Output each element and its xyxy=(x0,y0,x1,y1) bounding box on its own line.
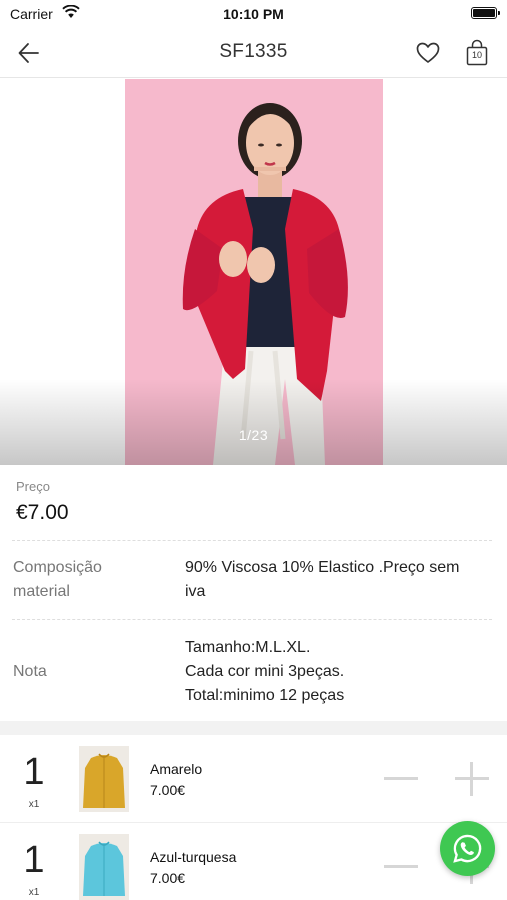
gallery-shade xyxy=(0,379,507,465)
cart-count-badge: 10 xyxy=(471,50,482,60)
whatsapp-button[interactable] xyxy=(440,821,495,876)
spec-row-note: Nota Tamanho:M.L.XL. Cada cor mini 3peça… xyxy=(0,636,507,712)
whatsapp-icon xyxy=(453,834,482,863)
variant-quantity-unit: x1 xyxy=(28,887,40,898)
spec-value-note-line2: Cada cor mini 3peças. xyxy=(185,663,345,680)
variant-row-azul-turquesa: 1 x1 Azul-turquesa 7.00€ xyxy=(0,823,507,900)
variant-price: 7.00€ xyxy=(150,782,186,798)
variant-name: Amarelo xyxy=(150,761,203,777)
price-label: Preço xyxy=(16,479,50,494)
variant-quantity-unit: x1 xyxy=(28,799,40,810)
spec-value-note: Tamanho:M.L.XL. Cada cor mini 3peças. To… xyxy=(185,636,495,708)
decrease-quantity-button[interactable] xyxy=(384,865,418,868)
price-section: Preço €7.00 xyxy=(0,465,507,540)
heart-icon[interactable] xyxy=(415,40,441,66)
status-bar: Carrier 10:10 PM xyxy=(0,0,507,28)
spec-value-composition-line2: iva xyxy=(185,583,206,600)
divider xyxy=(12,540,492,541)
price-value: €7.00 xyxy=(16,501,69,524)
section-gap xyxy=(0,721,507,735)
variant-quantity: 1 xyxy=(23,839,45,881)
decrease-quantity-button[interactable] xyxy=(384,777,418,780)
spec-value-note-line3: Total:minimo 12 peças xyxy=(185,687,345,704)
spec-key-note: Nota xyxy=(13,663,47,680)
variant-thumbnail[interactable] xyxy=(79,746,129,812)
increase-quantity-button[interactable] xyxy=(455,762,489,796)
variant-row-amarelo: 1 x1 Amarelo 7.00€ xyxy=(0,735,507,823)
variant-price: 7.00€ xyxy=(150,870,186,886)
variant-thumbnail[interactable] xyxy=(79,834,129,900)
spec-key-composition-line1: Composição xyxy=(13,559,102,576)
image-counter: 1/23 xyxy=(238,427,269,443)
product-detail-screen: Carrier 10:10 PM SF1335 10 1/23 Preço €7… xyxy=(0,0,507,900)
spec-key-composition-line2: material xyxy=(13,583,70,600)
divider xyxy=(12,619,492,620)
spec-row-composition: Composição material 90% Viscosa 10% Elas… xyxy=(0,556,507,616)
spec-value-composition-line1: 90% Viscosa 10% Elastico .Preço sem xyxy=(185,559,460,576)
spec-value-note-line1: Tamanho:M.L.XL. xyxy=(185,639,311,656)
cart-button[interactable]: 10 xyxy=(465,39,489,67)
variant-name: Azul-turquesa xyxy=(150,849,237,865)
clock: 10:10 PM xyxy=(223,6,284,22)
navigation-bar: SF1335 10 xyxy=(0,28,507,78)
battery-icon xyxy=(471,7,500,19)
variant-quantity: 1 xyxy=(23,751,45,793)
spec-value-composition: 90% Viscosa 10% Elastico .Preço sem iva xyxy=(185,556,495,604)
spec-key-composition: Composição material xyxy=(13,556,163,604)
product-image-gallery[interactable]: 1/23 xyxy=(0,79,507,465)
